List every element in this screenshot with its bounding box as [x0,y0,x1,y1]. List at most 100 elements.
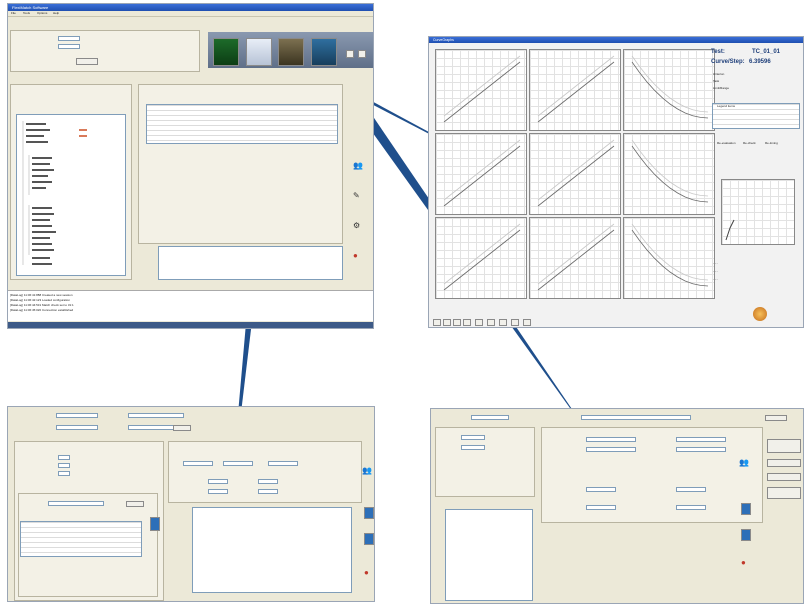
add-button[interactable] [126,501,144,507]
mini-plot-curves [443,223,521,291]
mini-plot-curves [537,139,615,207]
parameter-field[interactable] [586,487,616,492]
match-icon[interactable] [278,38,304,66]
dimension-field[interactable] [58,471,70,476]
curve-line [537,55,615,117]
exit-icon[interactable]: ● [741,559,746,567]
settings-icon[interactable]: ⚙ [353,222,360,230]
side-button[interactable] [767,473,801,481]
parts-table[interactable] [20,521,142,557]
first-icon[interactable] [433,319,441,326]
curve-line [537,223,615,285]
side-button[interactable] [767,459,801,467]
user-icon[interactable]: 👥 [739,459,749,467]
export-icon[interactable] [487,319,495,326]
parameter-field[interactable] [586,437,636,442]
setting-field[interactable] [258,479,278,484]
mini-plot [623,133,715,215]
stop-icon[interactable] [364,533,374,545]
save-icon[interactable] [741,529,751,541]
curve-line [631,61,709,119]
parameter-field[interactable] [586,447,636,452]
side-button[interactable] [767,439,801,453]
parameter-field[interactable] [586,505,616,510]
notes-box[interactable] [445,509,533,601]
dimension-field[interactable] [58,463,70,468]
curve-line [631,229,709,287]
start-icon[interactable] [741,503,751,515]
result-label: Re-timing [765,141,778,145]
browse-button[interactable] [173,425,191,431]
parameter-field[interactable] [676,487,706,492]
print-icon[interactable] [511,319,519,326]
next-icon[interactable] [453,319,461,326]
exit-icon[interactable]: ● [364,569,369,577]
device-icon[interactable] [246,38,272,66]
save-icon[interactable] [499,319,507,326]
part-number-field[interactable] [56,413,98,418]
prev-icon[interactable] [443,319,451,326]
mini-plot [623,217,715,299]
refresh-icon[interactable] [523,319,531,326]
parameter-field[interactable] [676,437,726,442]
comments-field[interactable] [158,246,343,280]
test-type-field[interactable] [56,425,98,430]
modules-icon[interactable] [213,38,239,66]
summary-plot [721,179,795,245]
parameter-field[interactable] [676,447,726,452]
toolbar-small-button[interactable] [358,50,366,58]
info-field[interactable] [58,36,80,41]
menu-item-help[interactable]: Help [53,11,59,15]
material-field[interactable] [128,413,184,418]
comments-box[interactable] [192,507,352,593]
part-select-field[interactable] [48,501,104,506]
plot-title-bar: CurveGraphs [429,37,803,43]
mini-plot [435,49,527,131]
user-icon[interactable]: 👥 [362,467,372,475]
setting-field[interactable] [183,461,213,466]
test-value: TC_01_01 [752,49,781,55]
detail-field[interactable] [461,445,485,450]
browse-button[interactable] [765,415,787,421]
sample-id-field[interactable] [471,415,509,420]
legend-title: Legend items [717,104,736,108]
menu-item-options[interactable]: Options [37,11,47,15]
menu-item-tools[interactable]: Tools [23,11,30,15]
setting-field[interactable] [268,461,298,466]
setting-field[interactable] [208,479,228,484]
dimension-field[interactable] [58,455,70,460]
results-table[interactable] [146,104,338,144]
menu-item-file[interactable]: File [11,11,16,15]
side-button[interactable] [767,487,801,499]
toolbar-small-button[interactable] [346,50,354,58]
zoom-icon[interactable] [475,319,483,326]
info-field[interactable] [58,44,80,49]
setting-field[interactable] [208,489,228,494]
main-title: FlexiMatch Software [12,5,49,10]
setting-field[interactable] [258,489,278,494]
start-icon[interactable] [364,507,374,519]
edit-icon[interactable]: ✎ [353,192,360,200]
curve-line [443,55,521,117]
monitor-icon[interactable] [311,38,337,66]
module-tree[interactable] [16,114,126,276]
mini-plot [435,133,527,215]
summary-line: - - - [713,277,718,281]
mini-plot-curves [631,55,709,119]
setting-field[interactable] [223,461,253,466]
log-line: [DataLog] 11:06:41:888 Created a new ses… [10,293,73,297]
exit-icon[interactable]: ● [353,252,358,260]
last-icon[interactable] [463,319,471,326]
info-button[interactable] [76,58,98,65]
mini-plot-curves [537,55,615,123]
parameter-field[interactable] [676,505,706,510]
mini-plot [529,133,621,215]
move-icon[interactable] [150,517,160,531]
user-icon[interactable]: 👥 [353,162,363,170]
detail-field[interactable] [461,435,485,440]
reference-field[interactable] [581,415,691,420]
test-label: Test: [711,49,725,55]
details-panel [435,427,535,497]
curve-line [443,229,521,291]
curve-line [443,145,521,207]
